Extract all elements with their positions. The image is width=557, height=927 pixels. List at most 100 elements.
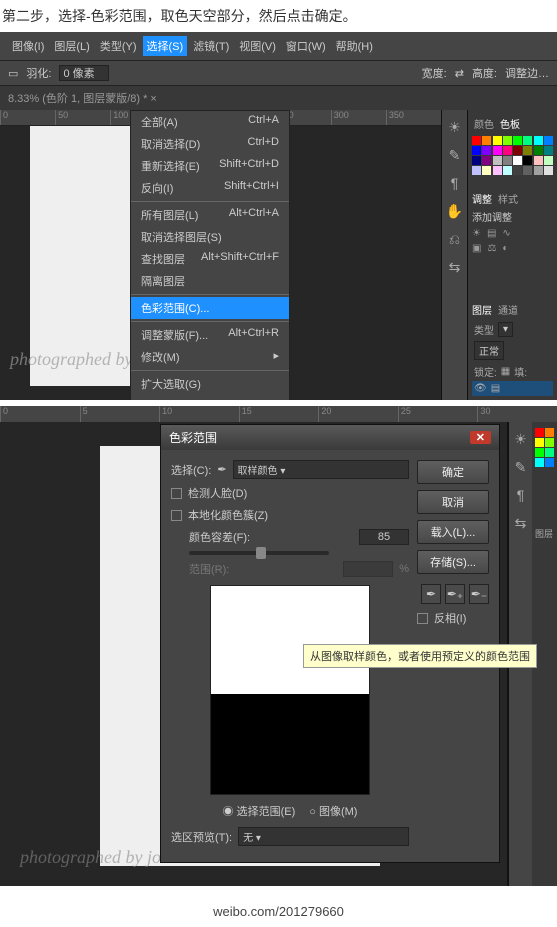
menu-item-deselect[interactable]: 取消选择(D)Ctrl+D xyxy=(131,133,289,155)
eyedropper-tool[interactable]: ✒ xyxy=(421,584,441,604)
menu-item-similar[interactable]: 选取相似(R) xyxy=(131,395,289,400)
options-bar: ▭ 羽化: 宽度: ⇄ 高度: 调整边… xyxy=(0,60,557,85)
instruction-text: 第二步，选择-色彩范围，取色天空部分，然后点击确定。 xyxy=(0,0,557,32)
channels-tab[interactable]: 通道 xyxy=(498,302,518,317)
height-label: 高度: xyxy=(472,65,497,81)
color-tab[interactable]: 颜色 xyxy=(474,116,494,131)
feather-label: 羽化: xyxy=(26,65,51,81)
marquee-icon[interactable]: ▭ xyxy=(8,67,18,80)
layer-thumb[interactable]: ▤ xyxy=(491,383,500,394)
fuzziness-input[interactable] xyxy=(359,529,409,545)
menu-item-find-layers[interactable]: 查找图层Alt+Shift+Ctrl+F xyxy=(131,248,289,270)
layers-tab[interactable]: 图层 xyxy=(472,302,492,317)
sun-icon-2[interactable]: ☀ xyxy=(512,430,530,448)
invert-check[interactable] xyxy=(417,613,428,624)
select-menu-dropdown: 全部(A)Ctrl+A 取消选择(D)Ctrl+D 重新选择(E)Shift+C… xyxy=(130,110,290,400)
range-input xyxy=(343,561,393,577)
radio-image[interactable]: ○ 图像(M) xyxy=(309,803,357,819)
hue-icon[interactable]: ▣ xyxy=(472,243,481,254)
swatch-tab[interactable]: 色板 xyxy=(500,116,520,131)
eyedropper-icon: ✒ xyxy=(217,463,226,476)
ok-button[interactable]: 确定 xyxy=(417,460,489,484)
menu-select[interactable]: 选择(S) xyxy=(143,36,188,56)
footer-credit: weibo.com/201279660 xyxy=(0,886,557,927)
lock-icons[interactable]: ▦ xyxy=(501,366,510,377)
menu-item-grow[interactable]: 扩大选取(G) xyxy=(131,373,289,395)
menu-window[interactable]: 窗口(W) xyxy=(282,36,330,56)
detect-faces-check[interactable] xyxy=(171,488,182,499)
menu-help[interactable]: 帮助(H) xyxy=(332,36,377,56)
ruler-horizontal-2: 051015202530 xyxy=(0,406,557,422)
menu-filter[interactable]: 滤镜(T) xyxy=(189,36,233,56)
radio-selection[interactable]: ◉ 选择范围(E) xyxy=(223,803,296,819)
detect-faces-label: 检测人脸(D) xyxy=(188,485,247,501)
right-panels: 颜色色板 调整样式 添加调整 ☀ ▤ ∿ ▣ ⚖ ◐ 图层通道 类型 ▾ xyxy=(467,110,557,400)
load-button[interactable]: 载入(L)... xyxy=(417,520,489,544)
menu-image[interactable]: 图像(I) xyxy=(8,36,48,56)
tooltip: 从图像取样颜色，或者使用预定义的颜色范围 xyxy=(303,644,537,668)
menu-item-color-range[interactable]: 色彩范围(C)... xyxy=(131,297,289,319)
preview-box[interactable] xyxy=(210,585,370,795)
fuzziness-label: 颜色容差(F): xyxy=(189,529,250,545)
swatch-grid-2[interactable] xyxy=(535,428,554,467)
text-icon-2[interactable]: ¶ xyxy=(512,486,530,504)
menu-view[interactable]: 视图(V) xyxy=(235,36,280,56)
range-label: 范围(R): xyxy=(189,561,229,577)
invert-label: 反相(I) xyxy=(434,610,466,626)
curves-icon[interactable]: ∿ xyxy=(502,228,510,239)
sun-icon[interactable]: ☀ xyxy=(446,118,464,136)
photoshop-window-2: 051015202530 photographed by johnomd ☀ ✎… xyxy=(0,406,557,886)
kind-select[interactable]: ▾ xyxy=(498,322,513,337)
fill-label: 填: xyxy=(514,364,527,379)
dialog-title: 色彩范围 xyxy=(169,429,217,446)
add-adjust-label: 添加调整 xyxy=(472,209,553,224)
eyedropper-add[interactable]: ✒₊ xyxy=(445,584,465,604)
tool-strip: ☀ ✎ ¶ ✋ ⎌ ⇆ xyxy=(441,110,467,400)
menu-item-deselect-layers[interactable]: 取消选择图层(S) xyxy=(131,226,289,248)
preview-label: 选区预览(T): xyxy=(171,829,232,845)
menu-type[interactable]: 类型(Y) xyxy=(96,36,141,56)
swap-icon-2[interactable]: ⇆ xyxy=(512,514,530,532)
menu-item-all[interactable]: 全部(A)Ctrl+A xyxy=(131,111,289,133)
menu-bar: 图像(I) 图层(L) 类型(Y) 选择(S) 滤镜(T) 视图(V) 窗口(W… xyxy=(0,32,557,60)
menu-item-reselect[interactable]: 重新选择(E)Shift+Ctrl+D xyxy=(131,155,289,177)
eye-icon[interactable]: 👁 xyxy=(474,383,487,394)
menu-layer[interactable]: 图层(L) xyxy=(50,36,93,56)
layers-tab-2[interactable]: 图层 xyxy=(535,527,554,540)
fuzziness-slider[interactable] xyxy=(189,551,329,555)
kind-label: 类型 xyxy=(474,322,494,337)
swap-icon[interactable]: ⇆ xyxy=(446,258,464,276)
menu-item-all-layers[interactable]: 所有图层(L)Alt+Ctrl+A xyxy=(131,204,289,226)
brightness-icon[interactable]: ☀ xyxy=(472,228,481,239)
blend-mode[interactable]: 正常 xyxy=(474,341,504,360)
styles-tab[interactable]: 样式 xyxy=(498,191,518,206)
hand-icon[interactable]: ✋ xyxy=(446,202,464,220)
adjust-tab[interactable]: 调整 xyxy=(472,191,492,206)
cancel-button[interactable]: 取消 xyxy=(417,490,489,514)
document-tab[interactable]: 8.33% (色阶 1, 图层蒙版/8) * × xyxy=(0,85,557,110)
canvas-area[interactable]: 050100150200250300350 photographed by jo… xyxy=(0,110,441,400)
brush-icon-2[interactable]: ✎ xyxy=(512,458,530,476)
photoshop-window-1: 图像(I) 图层(L) 类型(Y) 选择(S) 滤镜(T) 视图(V) 窗口(W… xyxy=(0,32,557,400)
menu-item-isolate[interactable]: 隔离图层 xyxy=(131,270,289,292)
adjust-edge-button[interactable]: 调整边… xyxy=(505,65,549,81)
swatch-grid[interactable] xyxy=(472,136,553,175)
menu-item-refine-mask[interactable]: 调整蒙版(F)...Alt+Ctrl+R xyxy=(131,324,289,346)
save-button[interactable]: 存储(S)... xyxy=(417,550,489,574)
step-icon[interactable]: ⎌ xyxy=(446,230,464,248)
text-icon[interactable]: ¶ xyxy=(446,174,464,192)
balance-icon[interactable]: ⚖ xyxy=(487,243,496,254)
eyedropper-sub[interactable]: ✒₋ xyxy=(469,584,489,604)
feather-input[interactable] xyxy=(59,65,109,81)
brush-icon[interactable]: ✎ xyxy=(446,146,464,164)
menu-item-modify[interactable]: 修改(M)▸ xyxy=(131,346,289,368)
bw-icon[interactable]: ◐ xyxy=(502,243,508,254)
width-label: 宽度: xyxy=(422,65,447,81)
localized-label: 本地化颜色簇(Z) xyxy=(188,507,268,523)
select-dropdown[interactable]: 取样颜色 ▾ xyxy=(233,460,409,479)
close-icon[interactable]: ✕ xyxy=(470,431,491,444)
levels-icon[interactable]: ▤ xyxy=(487,228,496,239)
localized-check[interactable] xyxy=(171,510,182,521)
preview-dropdown[interactable]: 无 ▾ xyxy=(238,827,409,846)
menu-item-inverse[interactable]: 反向(I)Shift+Ctrl+I xyxy=(131,177,289,199)
